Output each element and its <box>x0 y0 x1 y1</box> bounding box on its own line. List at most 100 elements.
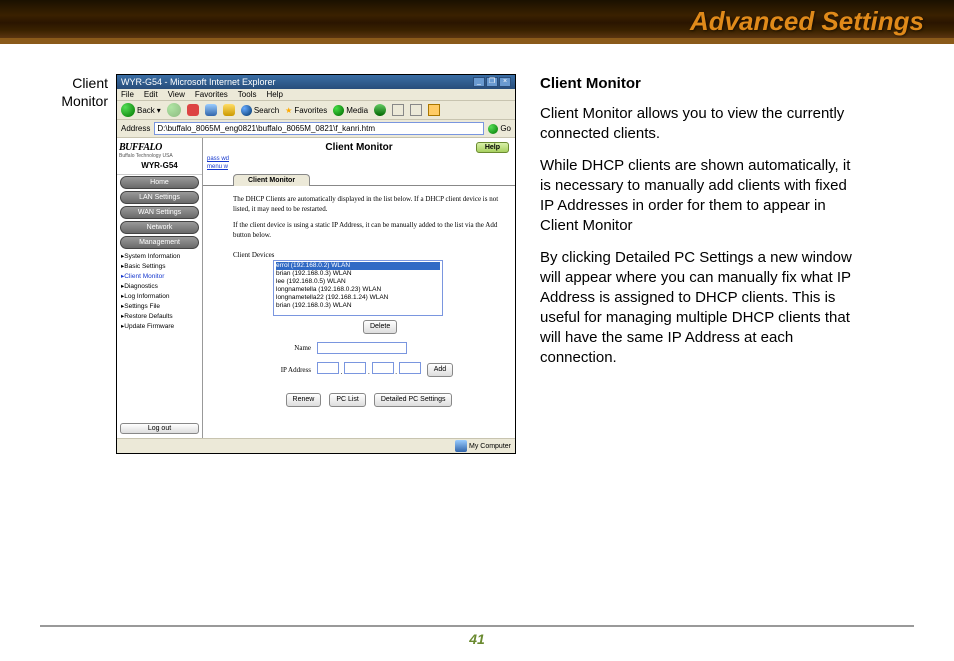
document-header-band: Advanced Settings <box>0 0 954 44</box>
client-devices-listbox[interactable]: errol (192.168.0.2) WLAN brian (192.168.… <box>273 260 443 316</box>
embedded-browser-screenshot: WYR-G54 - Microsoft Internet Explorer _ … <box>116 74 516 454</box>
document-section-title: Advanced Settings <box>690 6 924 37</box>
edit-icon[interactable] <box>428 104 440 116</box>
ip-octet-1[interactable] <box>317 362 339 374</box>
go-icon <box>488 124 498 134</box>
section-heading: Client Monitor <box>540 74 856 94</box>
history-icon[interactable] <box>374 104 386 116</box>
ip-octet-4[interactable] <box>399 362 421 374</box>
list-item[interactable]: longnametella (192.168.0.23) WLAN <box>276 286 440 294</box>
back-button[interactable]: Back ▾ <box>121 103 161 117</box>
forward-button[interactable] <box>167 103 181 117</box>
list-item[interactable]: longnametella22 (192.168.1.24) WLAN <box>276 294 440 302</box>
list-item[interactable]: brian (192.168.0.3) WLAN <box>276 270 440 278</box>
subnav-client-monitor[interactable]: ▸Client Monitor <box>119 272 200 282</box>
ip-address-label: IP Address <box>233 365 311 375</box>
buffalo-subtitle: Buffalo Technology USA <box>119 153 200 159</box>
nav-management[interactable]: Management <box>120 236 199 249</box>
my-computer-icon <box>455 440 467 452</box>
subnav-basic-settings[interactable]: ▸Basic Settings <box>119 262 200 272</box>
list-item[interactable]: errol (192.168.0.2) WLAN <box>276 262 440 270</box>
router-sidebar: BUFFALO Buffalo Technology USA WYR-G54 H… <box>117 138 203 438</box>
paragraph: While DHCP clients are shown automatical… <box>540 156 856 236</box>
nav-lan-settings[interactable]: LAN Settings <box>120 191 199 204</box>
menu-file[interactable]: File <box>121 90 134 99</box>
name-input[interactable] <box>317 342 407 354</box>
print-icon[interactable] <box>410 104 422 116</box>
menu-help[interactable]: Help <box>266 90 282 99</box>
logout-button[interactable]: Log out <box>120 423 199 434</box>
close-button[interactable]: × <box>499 77 511 87</box>
search-icon <box>241 105 252 116</box>
home-icon[interactable] <box>223 104 235 116</box>
subnav-restore-defaults[interactable]: ▸Restore Defaults <box>119 312 200 322</box>
nav-home[interactable]: Home <box>120 176 199 189</box>
help-button[interactable]: Help <box>476 142 509 153</box>
go-button[interactable]: Go <box>488 124 511 134</box>
mail-icon[interactable] <box>392 104 404 116</box>
subnav-diagnostics[interactable]: ▸Diagnostics <box>119 282 200 292</box>
address-label: Address <box>121 124 150 133</box>
nav-wan-settings[interactable]: WAN Settings <box>120 206 199 219</box>
list-item[interactable]: brian (192.168.0.3) WLAN <box>276 302 440 310</box>
url-input[interactable]: D:\buffalo_8065M_eng0821\buffalo_8065M_0… <box>154 122 484 135</box>
router-model: WYR-G54 <box>119 161 200 170</box>
back-icon <box>121 103 135 117</box>
window-buttons: _ ❐ × <box>473 77 511 87</box>
link-pass[interactable]: pass wd <box>207 155 515 163</box>
client-devices-label: Client Devices <box>233 250 505 260</box>
menu-favorites[interactable]: Favorites <box>195 90 228 99</box>
paragraph: Client Monitor allows you to view the cu… <box>540 104 856 144</box>
add-button[interactable]: Add <box>427 363 453 377</box>
figure-caption-l1: Client <box>72 75 108 91</box>
breadcrumb-links: pass wd menu w <box>203 155 515 171</box>
detailed-pc-settings-button[interactable]: Detailed PC Settings <box>374 393 453 407</box>
tab-client-monitor[interactable]: Client Monitor <box>233 174 310 186</box>
page-footer: 41 <box>40 625 914 647</box>
minimize-button[interactable]: _ <box>473 77 485 87</box>
menu-view[interactable]: View <box>168 90 185 99</box>
address-bar: Address D:\buffalo_8065M_eng0821\buffalo… <box>117 120 515 138</box>
maximize-button[interactable]: ❐ <box>486 77 498 87</box>
ip-octet-3[interactable] <box>372 362 394 374</box>
management-submenu: ▸System Information ▸Basic Settings ▸Cli… <box>119 252 200 332</box>
subnav-system-information[interactable]: ▸System Information <box>119 252 200 262</box>
renew-button[interactable]: Renew <box>286 393 322 407</box>
document-content: Client Monitor WYR-G54 - Microsoft Inter… <box>0 44 954 454</box>
instructions-p1: The DHCP Clients are automatically displ… <box>233 194 505 214</box>
window-title: WYR-G54 - Microsoft Internet Explorer <box>121 77 276 87</box>
instructions-p2: If the client device is using a static I… <box>233 220 505 240</box>
buffalo-logo: BUFFALO <box>119 142 200 153</box>
delete-button[interactable]: Delete <box>363 320 397 334</box>
media-icon <box>333 105 344 116</box>
stop-icon[interactable] <box>187 104 199 116</box>
refresh-icon[interactable] <box>205 104 217 116</box>
figure-caption: Client Monitor <box>16 74 116 454</box>
tab-bar: Client Monitor <box>203 173 515 186</box>
subnav-update-firmware[interactable]: ▸Update Firmware <box>119 322 200 332</box>
link-menu[interactable]: menu w <box>207 163 515 171</box>
subnav-settings-file[interactable]: ▸Settings File <box>119 302 200 312</box>
subnav-log-information[interactable]: ▸Log Information <box>119 292 200 302</box>
ip-octet-2[interactable] <box>344 362 366 374</box>
router-main-panel: Help Client Monitor pass wd menu w Clien… <box>203 138 515 438</box>
list-item[interactable]: lee (192.168.0.5) WLAN <box>276 278 440 286</box>
name-label: Name <box>233 343 311 353</box>
manual-text-column: Client Monitor Client Monitor allows you… <box>516 74 856 454</box>
media-button[interactable]: Media <box>333 105 368 116</box>
status-text: My Computer <box>469 443 511 450</box>
browser-menu-bar: File Edit View Favorites Tools Help <box>117 89 515 101</box>
page-number: 41 <box>469 631 485 647</box>
search-button[interactable]: Search <box>241 105 279 116</box>
pc-list-button[interactable]: PC List <box>329 393 366 407</box>
router-logo-box: BUFFALO Buffalo Technology USA WYR-G54 <box>117 138 202 175</box>
nav-network[interactable]: Network <box>120 221 199 234</box>
paragraph: By clicking Detailed PC Settings a new w… <box>540 248 856 368</box>
panel-title: Client Monitor <box>203 138 515 155</box>
browser-status-bar: My Computer <box>117 438 515 453</box>
menu-tools[interactable]: Tools <box>238 90 257 99</box>
menu-edit[interactable]: Edit <box>144 90 158 99</box>
figure-caption-l2: Monitor <box>61 93 108 109</box>
panel-body: The DHCP Clients are automatically displ… <box>203 186 515 411</box>
favorites-button[interactable]: ★Favorites <box>285 106 327 115</box>
